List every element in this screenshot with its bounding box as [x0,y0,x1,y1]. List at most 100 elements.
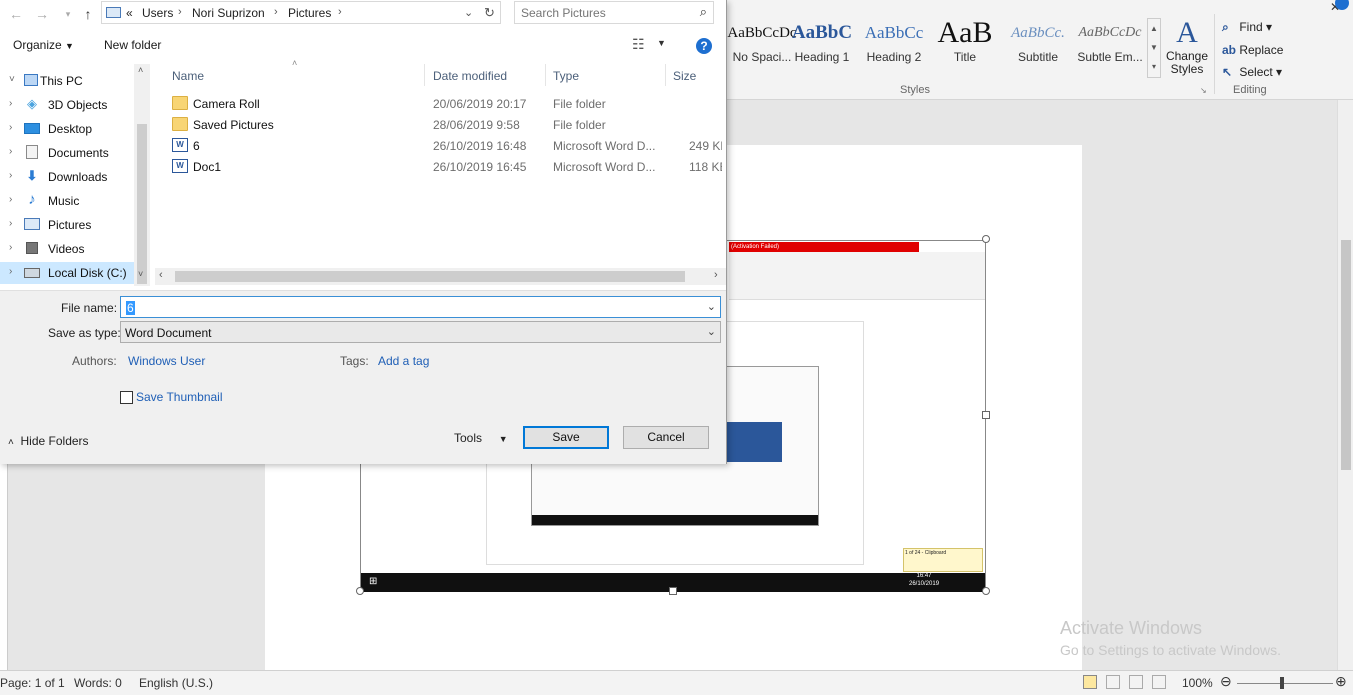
vertical-scrollbar[interactable] [1337,100,1353,670]
web-layout-icon[interactable] [1129,675,1143,689]
file-name-value[interactable]: 6 [126,301,135,315]
full-screen-reading-icon[interactable] [1106,675,1120,689]
zoom-out-icon[interactable]: ⊖ [1220,673,1232,690]
search-input[interactable] [521,5,691,21]
hide-folders-button[interactable]: ˄ Hide Folders [8,434,89,448]
scroll-up-icon[interactable]: ˄ [138,65,143,75]
file-row-saved-pictures[interactable]: Saved Pictures 28/06/2019 9:58 File fold… [167,114,722,135]
breadcrumb-separator-icon[interactable]: › [178,6,182,18]
tree-item-music[interactable]: › ♪ Music [0,190,134,212]
style-heading-1[interactable]: AaBbC Heading 1 [786,18,858,78]
tools-menu[interactable]: Tools ▼ [454,431,508,445]
up-arrow-icon[interactable]: ↑ [78,4,98,24]
select-button[interactable]: ↖ Select ▾ [1222,65,1282,79]
column-divider[interactable] [665,64,666,86]
page-count[interactable]: Page: 1 of 1 [0,676,65,690]
word-count[interactable]: Words: 0 [74,676,122,690]
resize-handle[interactable] [982,411,990,419]
scrollbar-thumb[interactable] [175,271,685,282]
styles-scroll-buttons[interactable]: ▲ ▼ ▾ [1147,18,1161,78]
help-icon[interactable] [1335,0,1349,10]
expand-chevron-icon[interactable]: › [9,122,12,133]
search-box[interactable]: ⌕ [514,1,714,24]
column-divider[interactable] [424,64,425,86]
recent-locations-chevron-icon[interactable]: ▾ [58,4,78,24]
new-folder-button[interactable]: New folder [104,38,161,52]
cancel-button[interactable]: Cancel [623,426,709,449]
file-name-field[interactable]: 6 ⌄ [120,296,721,318]
breadcrumb-separator-icon[interactable]: › [274,6,278,18]
navigation-pane-scrollbar[interactable]: ˄ ˅ [134,64,150,286]
tree-item-videos[interactable]: › Videos [0,238,134,260]
back-arrow-icon[interactable]: ← [6,4,26,24]
style-heading-2[interactable]: AaBbCc Heading 2 [858,18,930,78]
zoom-slider[interactable] [1237,683,1333,684]
forward-arrow-icon[interactable]: → [32,4,52,24]
chevron-down-icon[interactable]: ⌄ [707,300,716,313]
column-header-date-modified[interactable]: Date modified [433,69,507,83]
tree-item-this-pc[interactable]: ˅ This PC [0,70,134,92]
replace-button[interactable]: ab Replace [1222,43,1283,57]
outline-icon[interactable] [1152,675,1166,689]
resize-handle[interactable] [669,587,677,595]
expand-chevron-icon[interactable]: › [9,170,12,181]
scroll-right-icon[interactable]: › [714,269,718,281]
zoom-slider-thumb[interactable] [1280,677,1284,689]
tree-item-local-disk[interactable]: › Local Disk (C:) [0,262,134,284]
column-header-size[interactable]: Size [673,69,696,83]
expand-chevron-icon[interactable]: › [9,266,12,277]
save-button[interactable]: Save [523,426,609,449]
authors-value[interactable]: Windows User [128,354,205,368]
tree-item-3d-objects[interactable]: › ◈ 3D Objects [0,94,134,116]
column-divider[interactable] [545,64,546,86]
resize-handle[interactable] [982,235,990,243]
column-header-type[interactable]: Type [553,69,579,83]
expand-chevron-icon[interactable]: › [9,98,12,109]
style-subtitle[interactable]: AaBbCc. Subtitle [1002,18,1074,78]
resize-handle[interactable] [982,587,990,595]
refresh-icon[interactable]: ↻ [484,5,495,21]
chevron-down-icon[interactable]: ⌄ [707,325,716,338]
tree-item-documents[interactable]: › Documents [0,142,134,164]
breadcrumb-separator-icon[interactable]: › [338,6,342,18]
breadcrumb-prefix[interactable]: « [126,6,133,20]
style-subtle-emphasis[interactable]: AaBbCcDc Subtle Em... [1074,18,1146,78]
save-as-type-select[interactable]: Word Document ⌄ [120,321,721,343]
search-icon[interactable]: ⌕ [700,4,707,20]
styles-dialog-launcher-icon[interactable]: ↘ [1200,86,1207,95]
column-header-name[interactable]: Name [172,69,204,83]
view-options-icon[interactable]: ☷ [632,36,645,53]
expand-chevron-icon[interactable]: › [9,242,12,253]
file-row-6[interactable]: W 6 26/10/2019 16:48 Microsoft Word D...… [167,135,722,156]
find-button[interactable]: ⌕ Find ▾ [1222,20,1272,35]
tree-item-pictures[interactable]: › Pictures [0,214,134,236]
file-row-doc1[interactable]: W Doc1 26/10/2019 16:45 Microsoft Word D… [167,156,722,177]
collapse-chevron-icon[interactable]: ˅ [9,74,15,85]
view-dropdown-icon[interactable]: ▼ [657,38,666,48]
expand-chevron-icon[interactable]: › [9,146,12,157]
breadcrumb-users[interactable]: Users [142,6,173,20]
scroll-down-icon[interactable]: ˅ [138,269,143,279]
style-title[interactable]: AaB Title [929,18,1001,78]
save-thumbnail-label[interactable]: Save Thumbnail [136,390,223,404]
organize-menu[interactable]: Organize ▼ [13,38,74,52]
zoom-in-icon[interactable]: ⊕ [1335,673,1347,690]
change-styles-button[interactable]: A Change Styles [1164,16,1210,82]
tree-item-desktop[interactable]: › Desktop [0,118,134,140]
expand-chevron-icon[interactable]: › [9,194,12,205]
expand-chevron-icon[interactable]: › [9,218,12,229]
zoom-level[interactable]: 100% [1182,676,1213,690]
help-icon[interactable]: ? [696,38,712,54]
scrollbar-thumb[interactable] [137,124,147,284]
breadcrumb-pictures[interactable]: Pictures [288,6,331,20]
language-indicator[interactable]: English (U.S.) [139,676,213,690]
print-layout-icon[interactable] [1083,675,1097,689]
save-thumbnail-checkbox[interactable] [120,391,133,404]
tree-item-downloads[interactable]: › ⬇ Downloads [0,166,134,188]
resize-handle[interactable] [356,587,364,595]
breadcrumb-user-folder[interactable]: Nori Suprizon [192,6,265,20]
add-tag-link[interactable]: Add a tag [378,354,429,368]
scroll-left-icon[interactable]: ‹ [159,269,163,281]
scrollbar-thumb[interactable] [1341,240,1351,470]
address-bar[interactable]: « Users › Nori Suprizon › Pictures › ⌄ ↻ [101,1,501,24]
